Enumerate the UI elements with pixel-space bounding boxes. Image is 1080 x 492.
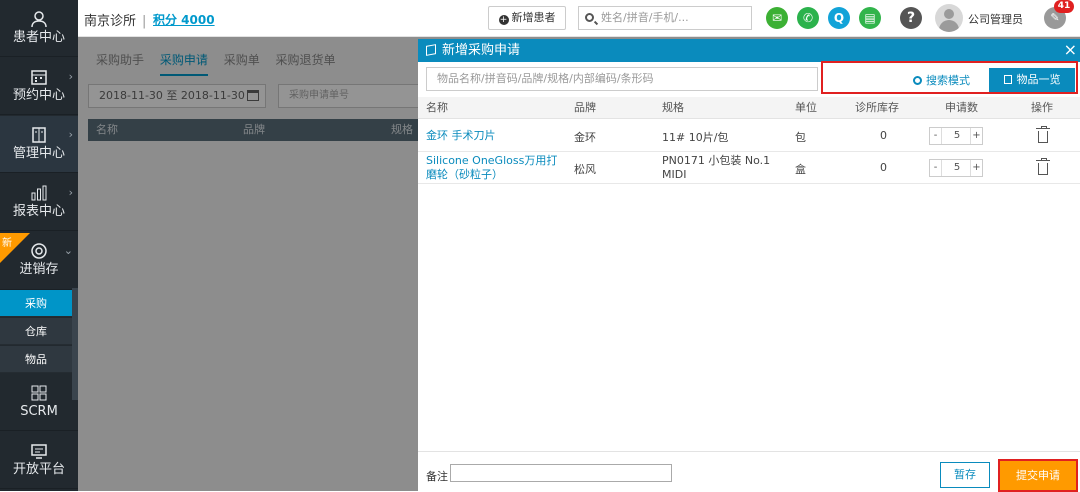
column-header: 诊所库存 [855,101,899,114]
notebook-icon[interactable]: ▤ [859,7,881,29]
sidebar: 患者中心 预约中心 › 管理中心 › 报表中心 › 进销存 ⌄ 新 采购 仓库 … [0,0,78,491]
nav-patient-center[interactable]: 患者中心 [0,0,78,57]
nav-report-center[interactable]: 报表中心 › [0,174,78,231]
column-header: 品牌 [574,101,596,114]
item-brand: 松风 [574,163,596,176]
decrement-button[interactable]: - [930,128,942,144]
column-header: 名称 [426,101,448,114]
avatar[interactable] [935,4,963,32]
new-badge-label: 新 [2,238,12,249]
notification-count-badge: 41 [1054,0,1074,13]
new-patient-button[interactable]: + 新增患者 [488,6,566,30]
dialog-table-header: 名称 品牌 规格 单位 诊所库存 申请数 操作 [418,97,1080,119]
nav-label: 开放平台 [12,462,65,477]
increment-button[interactable]: + [970,128,982,144]
search-mode-toggle[interactable]: 搜索模式 [913,72,970,88]
new-purchase-request-dialog: 新增采购申请 × 物品名称/拼音码/品牌/规格/内部编码/条形码 搜索模式 物品… [418,39,1080,492]
bar-chart-icon [31,185,47,201]
search-mode-label: 搜索模式 [926,74,970,87]
calendar-icon [31,70,47,85]
chevron-right-icon: › [68,186,73,199]
nav-label: SCRM [20,404,58,419]
clinic-name[interactable]: 南京诊所 | [84,10,152,29]
item-list-button[interactable]: 物品一览 [989,68,1075,92]
column-header: 单位 [795,101,817,114]
item-search-input[interactable]: 物品名称/拼音码/品牌/规格/内部编码/条形码 [426,67,818,91]
quantity-stepper[interactable]: - 5 + [929,127,983,145]
note-input[interactable] [450,464,672,482]
dialog-title: 新增采购申请 [442,43,521,58]
book-icon [32,127,46,143]
trash-icon[interactable] [1036,126,1050,143]
item-stock: 0 [880,161,887,174]
phone-icon[interactable]: ✆ [797,7,819,29]
chevron-right-icon: › [68,128,73,141]
nav-label: 报表中心 [12,204,65,219]
new-patient-label: 新增患者 [511,11,556,24]
increment-button[interactable]: + [970,160,982,176]
decrement-button[interactable]: - [930,160,942,176]
nav-label: 患者中心 [12,30,65,45]
nav-open-platform[interactable]: 开放平台 [0,432,78,489]
plus-icon: + [498,15,509,25]
help-icon[interactable]: ? [900,7,922,29]
item-name-link[interactable]: 金环 手术刀片 [426,129,496,143]
lifebuoy-icon [31,243,47,259]
nav-label: 预约中心 [12,88,65,103]
note-label: 备注 [426,470,448,483]
flag-icon [426,44,436,56]
nav-management-center[interactable]: 管理中心 › [0,116,78,173]
dialog-footer: 备注 暂存 提交申请 [418,451,1080,492]
column-header: 申请数 [945,101,978,114]
nav-scrm[interactable]: SCRM [0,374,78,431]
quantity-value[interactable]: 5 [942,128,972,144]
table-row: Silicone OneGloss万用打磨轮（砂粒子） 松风 PN0171 小包… [418,152,1080,184]
nav-label: 进销存 [19,262,59,277]
nav-appointment-center[interactable]: 预约中心 › [0,58,78,115]
column-header: 操作 [1031,101,1053,114]
item-spec: PN0171 小包装 No.1 MIDI [662,154,771,181]
close-icon[interactable]: × [1064,39,1077,61]
patient-search-input[interactable]: 姓名/拼音/手机/... [578,6,752,30]
column-header: 规格 [662,101,684,114]
quantity-stepper[interactable]: - 5 + [929,159,983,177]
topbar: 南京诊所 | 积分 4000 + 新增患者 姓名/拼音/手机/... ✉ ✆ Q ▤… [78,0,1080,37]
chevron-right-icon: › [68,70,73,83]
search-placeholder: 姓名/拼音/手机/... [601,11,689,24]
search-icon [913,76,922,85]
quantity-value[interactable]: 5 [942,160,972,176]
subnav-warehouse[interactable]: 仓库 [0,318,72,345]
trash-icon[interactable] [1036,158,1050,175]
list-icon [1003,75,1012,84]
subnav-purchase[interactable]: 采购 [0,290,72,317]
user-icon [31,11,47,28]
item-brand: 金环 [574,131,596,144]
separator: | [142,14,147,29]
dialog-header: 新增采购申请 × [418,39,1080,62]
submit-request-button[interactable]: 提交申请 [998,459,1078,492]
save-draft-button[interactable]: 暂存 [940,462,990,488]
table-row: 金环 手术刀片 金环 11# 10片/包 包 0 - 5 + [418,120,1080,152]
subnav-items[interactable]: 物品 [0,346,72,373]
item-spec: 11# 10片/包 [662,131,729,144]
nav-label: 管理中心 [12,146,65,161]
monitor-icon [31,444,47,459]
points-link[interactable]: 积分 4000 [153,11,215,28]
item-unit: 包 [795,131,806,144]
item-unit: 盒 [795,163,806,176]
clinic-label: 南京诊所 [84,14,137,29]
grid-icon [31,385,47,401]
item-name-link[interactable]: Silicone OneGloss万用打磨轮（砂粒子） [426,154,566,182]
item-stock: 0 [880,129,887,142]
search-icon [585,13,594,22]
user-name[interactable]: 公司管理员 [968,11,1023,27]
item-list-label: 物品一览 [1016,73,1061,86]
wechat-icon[interactable]: ✉ [766,7,788,29]
qq-icon[interactable]: Q [828,7,850,29]
chevron-down-icon: ⌄ [63,244,73,257]
